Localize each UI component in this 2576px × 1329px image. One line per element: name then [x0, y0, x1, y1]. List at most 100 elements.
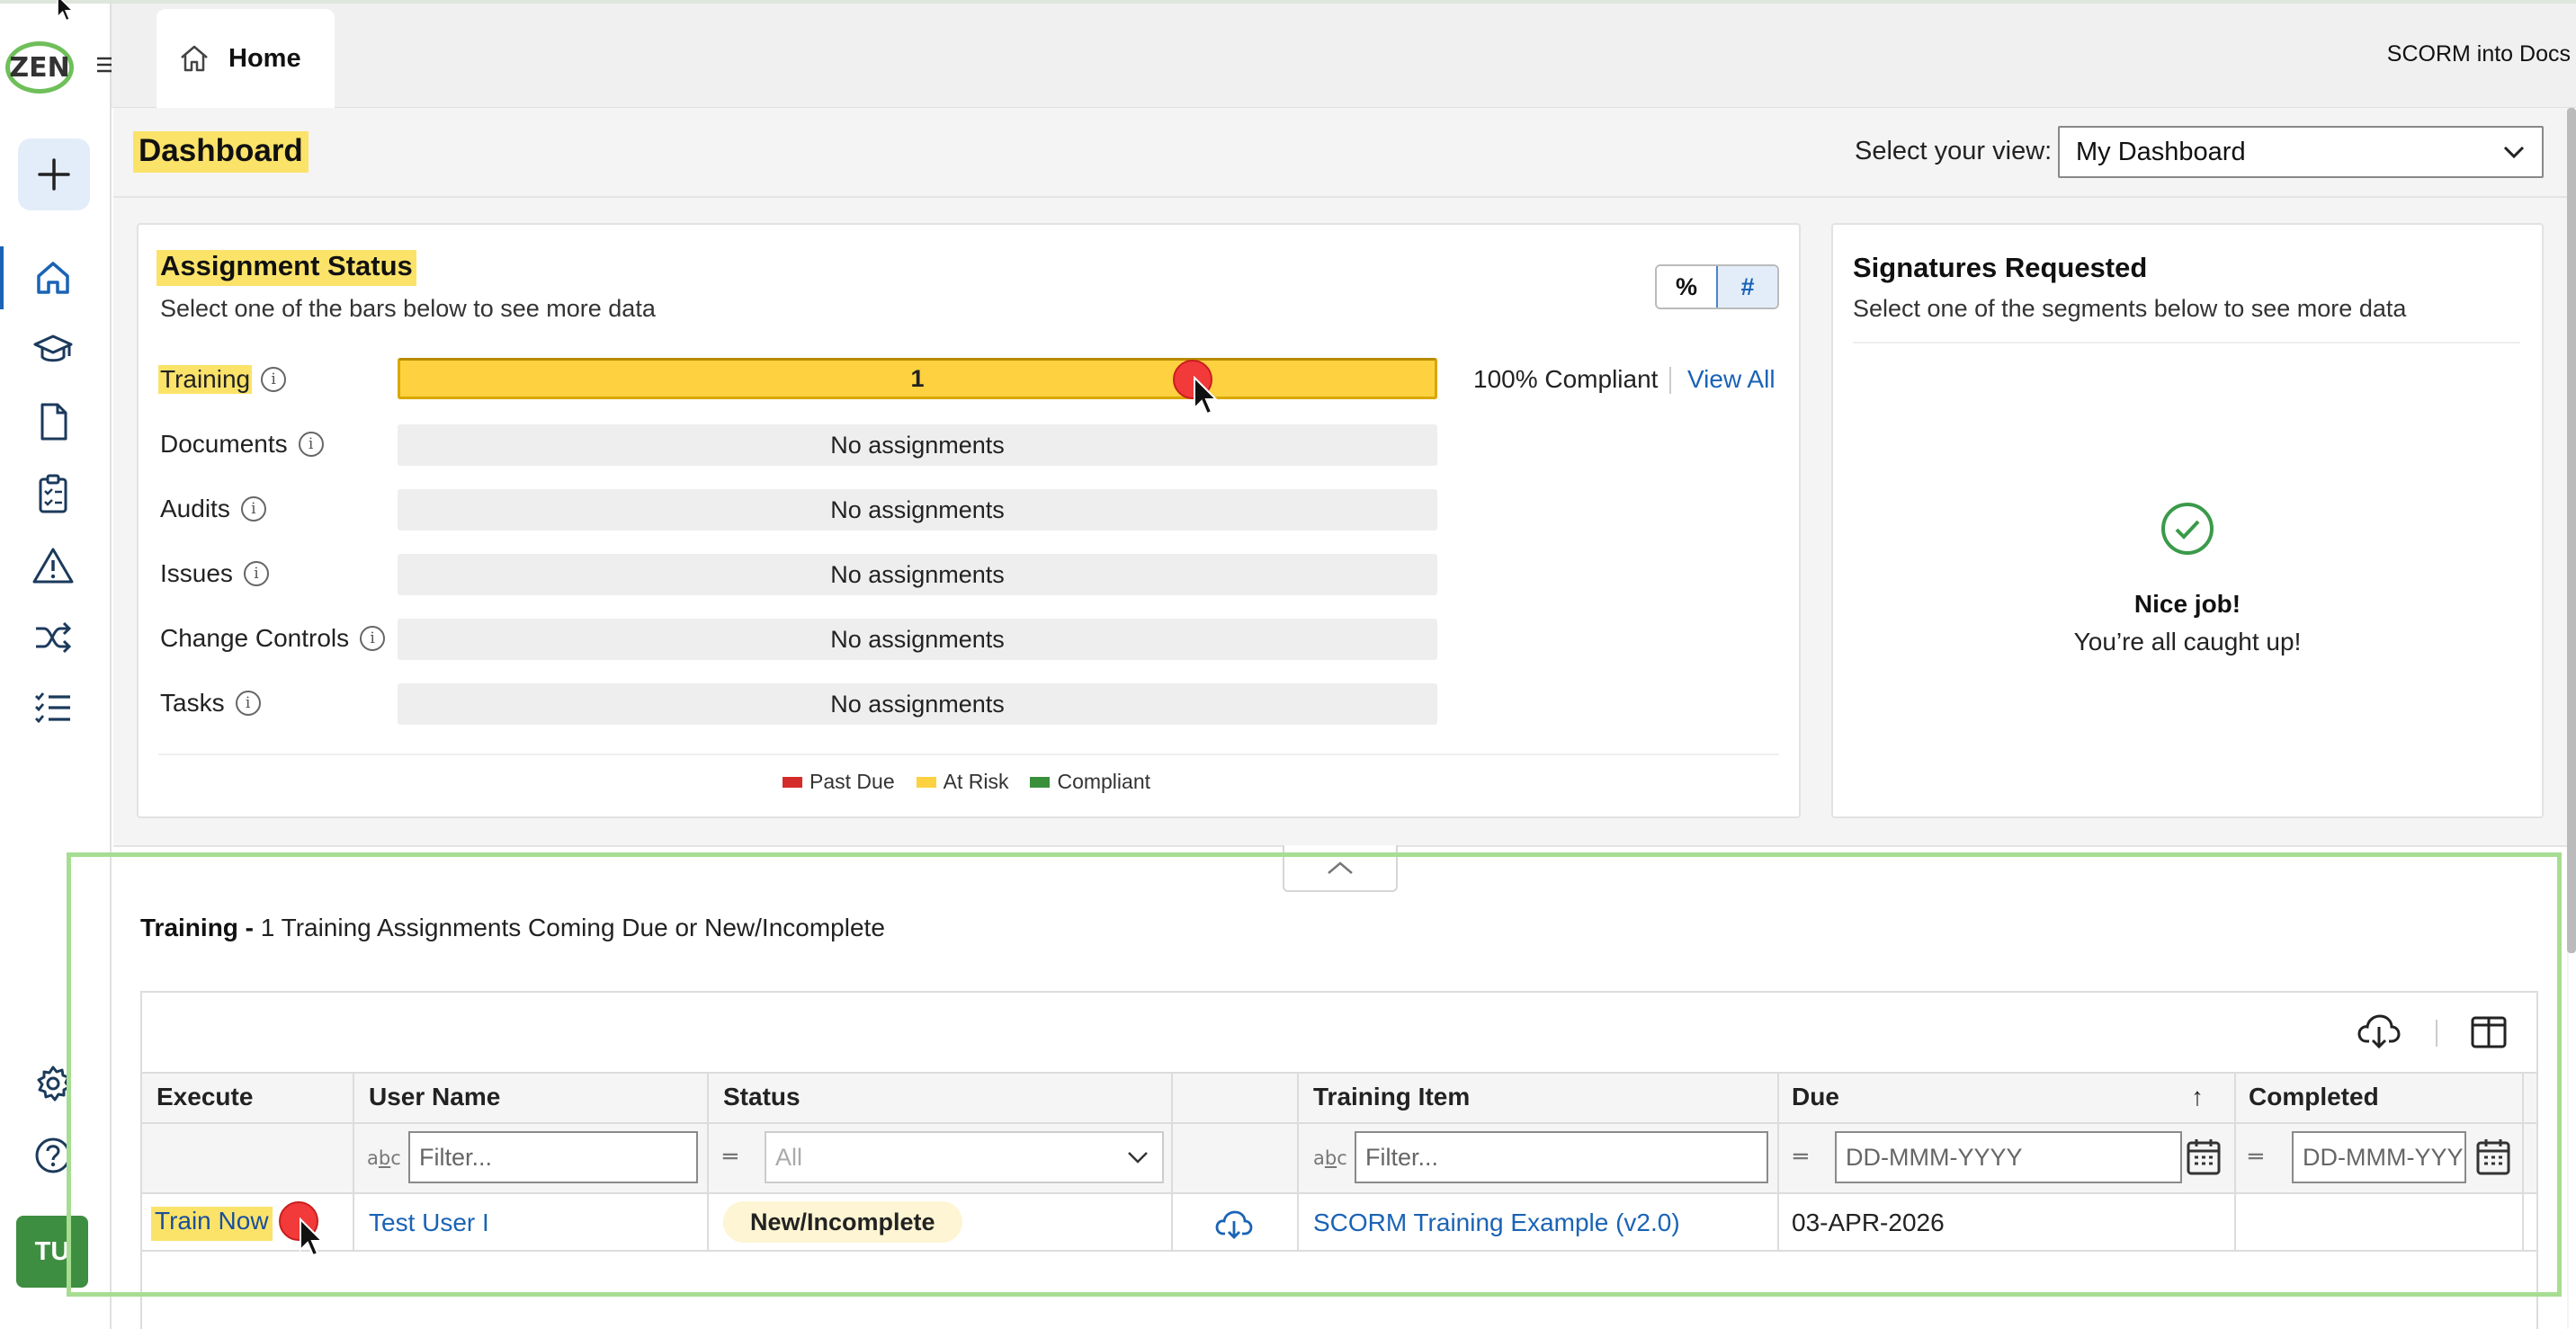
logo-text: ZEN	[9, 51, 70, 84]
app-logo[interactable]: ZEN	[5, 41, 74, 94]
divider	[1853, 342, 2520, 343]
text-filter-icon: abc	[367, 1147, 401, 1169]
info-icon[interactable]: i	[235, 691, 261, 716]
training-item-link[interactable]: SCORM Training Example (v2.0)	[1313, 1209, 1680, 1237]
status-filter-value: All	[775, 1143, 803, 1171]
view-all-link[interactable]: View All	[1687, 365, 1775, 394]
completed-date-filter-input[interactable]: DD-MMM-YYY	[2292, 1131, 2466, 1183]
user-avatar[interactable]: TU	[16, 1216, 88, 1288]
percent-toggle-button[interactable]: %	[1657, 266, 1718, 308]
add-button[interactable]	[18, 138, 90, 210]
tab-home-label: Home	[228, 43, 301, 73]
legend-at-risk: At Risk	[916, 770, 1008, 794]
training-status-bar[interactable]: 1	[398, 358, 1437, 399]
column-header-completed[interactable]: Completed	[2249, 1083, 2379, 1111]
tab-home[interactable]: Home	[157, 9, 335, 108]
home-icon[interactable]	[32, 257, 74, 299]
legend-past-due: Past Due	[783, 770, 895, 794]
legend-compliant: Compliant	[1030, 770, 1150, 794]
collapse-panel-button[interactable]	[1283, 845, 1398, 892]
training-panel-title: Training - 1 Training Assignments Coming…	[140, 914, 885, 942]
column-divider	[1777, 1072, 1779, 1252]
column-header-user-name[interactable]: User Name	[369, 1083, 500, 1111]
change-controls-status-bar[interactable]: No assignments	[398, 619, 1437, 660]
row-label-issues: Issues i	[158, 556, 269, 592]
training-item-filter-input[interactable]: Filter...	[1355, 1131, 1768, 1183]
shuffle-icon[interactable]	[32, 617, 74, 658]
column-header-training-item[interactable]: Training Item	[1313, 1083, 1470, 1111]
row-label-documents: Documents i	[158, 426, 324, 462]
legend-swatch	[916, 776, 936, 788]
columns-icon[interactable]	[2470, 1014, 2508, 1050]
info-icon[interactable]: i	[298, 432, 324, 457]
column-divider	[353, 1072, 354, 1252]
row-label-change-controls: Change Controls i	[158, 620, 386, 656]
row-label-training: Training i	[158, 361, 287, 397]
column-divider	[2522, 1072, 2524, 1252]
view-select-label: Select your view:	[1855, 137, 2053, 165]
plus-icon	[38, 158, 70, 191]
number-toggle-button[interactable]: #	[1716, 266, 1777, 308]
training-panel-title-text: 1 Training Assignments Coming Due or New…	[254, 914, 885, 941]
legend-swatch	[783, 776, 802, 788]
row-label-audits: Audits i	[158, 491, 266, 527]
status-badge: New/Incomplete	[723, 1201, 962, 1243]
document-icon[interactable]	[32, 401, 74, 442]
chevron-up-icon	[1328, 861, 1353, 874]
active-nav-indicator	[0, 246, 4, 309]
audits-status-bar[interactable]: No assignments	[398, 489, 1437, 531]
train-now-link[interactable]: Train Now	[151, 1207, 273, 1241]
divider	[158, 754, 1779, 755]
mouse-cursor-icon	[52, 0, 79, 34]
due-date-filter-input[interactable]: DD-MMM-YYYY	[1835, 1131, 2182, 1183]
home-icon	[181, 45, 208, 72]
info-icon[interactable]: i	[243, 561, 269, 586]
legend-label: Past Due	[809, 770, 895, 793]
signatures-subtitle: Select one of the segments below to see …	[1853, 295, 2407, 322]
status-filter-select[interactable]: All	[765, 1131, 1164, 1183]
page-scrollbar[interactable]	[2567, 108, 2576, 953]
issues-status-bar[interactable]: No assignments	[398, 554, 1437, 595]
cloud-download-icon[interactable]	[2357, 1012, 2402, 1050]
mouse-cursor-icon	[1193, 375, 1220, 415]
column-header-status[interactable]: Status	[723, 1083, 801, 1111]
gear-icon[interactable]	[32, 1063, 74, 1104]
cloud-download-icon[interactable]	[1214, 1209, 1254, 1241]
clipboard-checklist-icon[interactable]	[32, 473, 74, 514]
row-label-text: Training	[158, 365, 253, 394]
legend-swatch	[1030, 776, 1051, 788]
due-date-cell: 03-APR-2026	[1792, 1209, 1945, 1236]
column-header-due[interactable]: Due	[1792, 1083, 1839, 1111]
column-divider	[1171, 1072, 1173, 1252]
info-icon[interactable]: i	[261, 367, 287, 392]
mouse-cursor-icon	[299, 1217, 326, 1257]
avatar-initials: TU	[34, 1236, 70, 1266]
info-icon[interactable]: i	[360, 626, 386, 651]
training-compliance-text: 100% Compliant	[1473, 365, 1659, 393]
graduation-cap-icon[interactable]	[32, 329, 74, 370]
training-panel-title-bold: Training -	[140, 914, 254, 941]
row-label-tasks: Tasks i	[158, 685, 261, 721]
equals-filter-icon: ═	[1793, 1144, 1808, 1171]
calendar-icon[interactable]	[2475, 1137, 2511, 1176]
text-filter-icon: abc	[1313, 1147, 1347, 1169]
tab-bar	[112, 4, 2576, 108]
column-divider	[2234, 1072, 2236, 1252]
help-icon[interactable]	[32, 1135, 74, 1176]
view-select[interactable]: My Dashboard	[2058, 126, 2544, 178]
calendar-icon[interactable]	[2186, 1137, 2222, 1176]
task-list-icon[interactable]	[32, 687, 74, 728]
documents-status-bar[interactable]: No assignments	[398, 424, 1437, 466]
empty-state-subtitle: You’re all caught up!	[2073, 628, 2302, 656]
sort-ascending-icon[interactable]: ↑	[2191, 1083, 2204, 1111]
column-header-execute[interactable]: Execute	[157, 1083, 253, 1111]
user-name-filter-input[interactable]: Filter...	[408, 1131, 698, 1183]
percent-number-toggle: % #	[1655, 264, 1779, 309]
tasks-status-bar[interactable]: No assignments	[398, 683, 1437, 725]
info-icon[interactable]: i	[240, 496, 266, 522]
row-label-text: Documents	[160, 430, 288, 458]
chevron-down-icon	[2503, 146, 2525, 159]
warning-icon[interactable]	[32, 545, 74, 586]
column-divider	[1297, 1072, 1299, 1252]
user-name-link[interactable]: Test User I	[369, 1209, 489, 1237]
